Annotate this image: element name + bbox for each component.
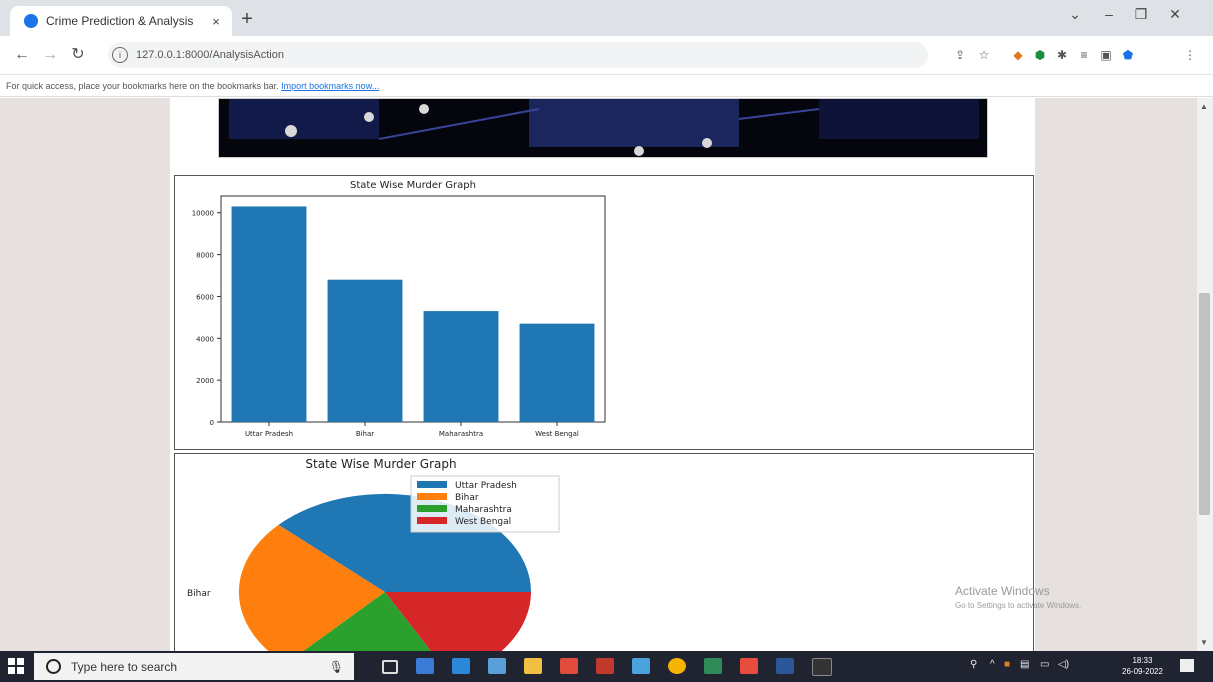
app-icon-7[interactable]	[632, 658, 650, 674]
y-tick-label: 8000	[196, 252, 214, 260]
taskbar-search-box[interactable]: Type here to search 🎙	[34, 653, 354, 680]
app-icon-6[interactable]	[596, 658, 614, 674]
app-icon-3[interactable]	[488, 658, 506, 674]
app-icon-9[interactable]	[704, 658, 722, 674]
close-window-button[interactable]: ✕	[1163, 6, 1187, 23]
y-tick-label: 2000	[196, 377, 214, 385]
x-tick-label: Maharashtra	[439, 430, 483, 438]
task-view-icon[interactable]	[382, 660, 398, 674]
cortana-circle-icon	[46, 659, 61, 674]
bookmarks-bar: For quick access, place your bookmarks h…	[0, 75, 1213, 97]
bar-chart-panel: State Wise Murder Graph 0 2000 4000 6000 8000…	[174, 175, 1034, 450]
pie-chart-title: State Wise Murder Graph	[305, 457, 456, 471]
scroll-up-arrow-icon[interactable]: ▲	[1200, 102, 1208, 111]
reload-icon[interactable]: ↻	[68, 45, 88, 65]
address-bar[interactable]: i 127.0.0.1:8000/AnalysisAction	[108, 42, 928, 68]
y-tick-label: 10000	[192, 210, 214, 218]
y-tick-label: 0	[210, 419, 214, 427]
bookmark-star-icon[interactable]: ☆	[976, 47, 992, 63]
y-tick-label: 4000	[196, 335, 214, 343]
browser-tab-strip: Crime Prediction & Analysis × + ⌄ – ❐ ✕	[0, 0, 1213, 36]
windows-taskbar: Type here to search 🎙 ⚲ ^ ■ ▤ ▭ ◁) 18:33…	[0, 651, 1213, 682]
search-placeholder: Type here to search	[71, 659, 178, 674]
profile-shield-icon[interactable]: ⬟	[1120, 47, 1136, 63]
legend-swatch	[417, 517, 447, 524]
site-info-icon[interactable]: i	[112, 47, 128, 63]
import-bookmarks-link[interactable]: Import bookmarks now...	[281, 81, 379, 91]
legend-swatch	[417, 505, 447, 512]
tab-close-button[interactable]: ×	[206, 14, 226, 29]
x-tick-label: West Bengal	[535, 430, 579, 438]
tab-title: Crime Prediction & Analysis	[46, 14, 194, 28]
scrollbar-thumb[interactable]	[1199, 293, 1210, 515]
battery-icon[interactable]: ▭	[1040, 659, 1049, 670]
bar-chart: State Wise Murder Graph 0 2000 4000 6000 8000…	[192, 180, 606, 438]
metamask-extension-icon[interactable]: ◆	[1010, 47, 1026, 63]
tray-chevron-icon[interactable]: ^	[990, 659, 995, 670]
clock-time: 18:33	[1132, 656, 1153, 665]
bar	[327, 279, 403, 422]
scroll-down-arrow-icon[interactable]: ▼	[1200, 638, 1208, 647]
store-app-icon[interactable]	[524, 658, 542, 674]
y-tick-label: 6000	[196, 293, 214, 301]
pie-chart-panel: State Wise Murder Graph Bihar West Bengal U…	[174, 453, 1034, 651]
taskbar-clock[interactable]: 18:33 26-09-2022	[1122, 655, 1163, 677]
browser-tab[interactable]: Crime Prediction & Analysis ×	[10, 6, 232, 36]
new-tab-button[interactable]: +	[235, 8, 259, 32]
browser-toolbar: ← → ↻ i 127.0.0.1:8000/AnalysisAction ⇪ …	[0, 36, 1213, 75]
windows-start-icon[interactable]	[8, 658, 24, 674]
banner-graphic	[219, 99, 987, 157]
notification-icon[interactable]	[1180, 659, 1194, 672]
share-icon[interactable]: ⇪	[952, 47, 968, 63]
back-icon[interactable]: ←	[12, 45, 32, 65]
watermark-line1: Activate Windows	[955, 584, 1050, 598]
bar	[231, 206, 307, 422]
legend-label: Maharashtra	[455, 505, 512, 515]
bookmarks-hint: For quick access, place your bookmarks h…	[6, 81, 279, 91]
url-text: 127.0.0.1:8000/AnalysisAction	[136, 49, 284, 61]
x-tick-label: Bihar	[356, 430, 374, 438]
globe-icon	[24, 14, 38, 28]
legend-swatch	[417, 481, 447, 488]
pie-slice-label: Bihar	[187, 589, 211, 599]
page-viewport: State Wise Murder Graph 0 2000 4000 6000 8000…	[0, 98, 1197, 651]
restore-button[interactable]: ❐	[1129, 6, 1153, 23]
legend-label: West Bengal	[455, 517, 511, 527]
terminal-app-icon[interactable]	[812, 658, 832, 676]
legend-label: Bihar	[455, 493, 479, 503]
tray-app-icon[interactable]: ■	[1004, 659, 1010, 670]
network-icon[interactable]: ▤	[1020, 659, 1029, 670]
forward-icon[interactable]: →	[40, 45, 60, 65]
watermark-line2: Go to Settings to activate Windows.	[955, 601, 1082, 610]
banner-image	[218, 98, 988, 158]
menu-kebab-icon[interactable]: ⋮	[1182, 47, 1198, 63]
word-app-icon[interactable]	[776, 658, 794, 674]
tab-search-icon[interactable]: ⌄	[1063, 6, 1087, 23]
vertical-scrollbar[interactable]: ▲ ▼	[1197, 98, 1213, 651]
chrome-app-icon[interactable]	[668, 658, 686, 674]
app-icon-5[interactable]	[560, 658, 578, 674]
clock-date: 26-09-2022	[1122, 667, 1163, 676]
bar-chart-title: State Wise Murder Graph	[350, 180, 476, 191]
pie-chart: State Wise Murder Graph Bihar West Bengal U…	[187, 457, 560, 651]
explorer-app-icon[interactable]	[416, 658, 434, 674]
bar	[519, 323, 595, 422]
minimize-button[interactable]: –	[1097, 6, 1121, 22]
people-icon[interactable]: ⚲	[970, 659, 977, 670]
legend-swatch	[417, 493, 447, 500]
edge-app-icon[interactable]	[452, 658, 470, 674]
x-tick-label: Uttar Pradesh	[245, 430, 293, 438]
side-panel-icon[interactable]: ▣	[1098, 47, 1114, 63]
shield-extension-icon[interactable]: ⬢	[1032, 47, 1048, 63]
extensions-puzzle-icon[interactable]: ✱	[1054, 47, 1070, 63]
activate-windows-watermark: Activate Windows Go to Settings to activ…	[955, 584, 1081, 610]
bar	[423, 311, 499, 422]
reading-list-icon[interactable]: ≡	[1076, 47, 1092, 63]
page-content: State Wise Murder Graph 0 2000 4000 6000 8000…	[170, 98, 1035, 651]
microphone-icon[interactable]: 🎙	[329, 660, 344, 674]
legend-label: Uttar Pradesh	[455, 481, 517, 491]
app-icon-10[interactable]	[740, 658, 758, 674]
volume-icon[interactable]: ◁)	[1058, 659, 1069, 670]
